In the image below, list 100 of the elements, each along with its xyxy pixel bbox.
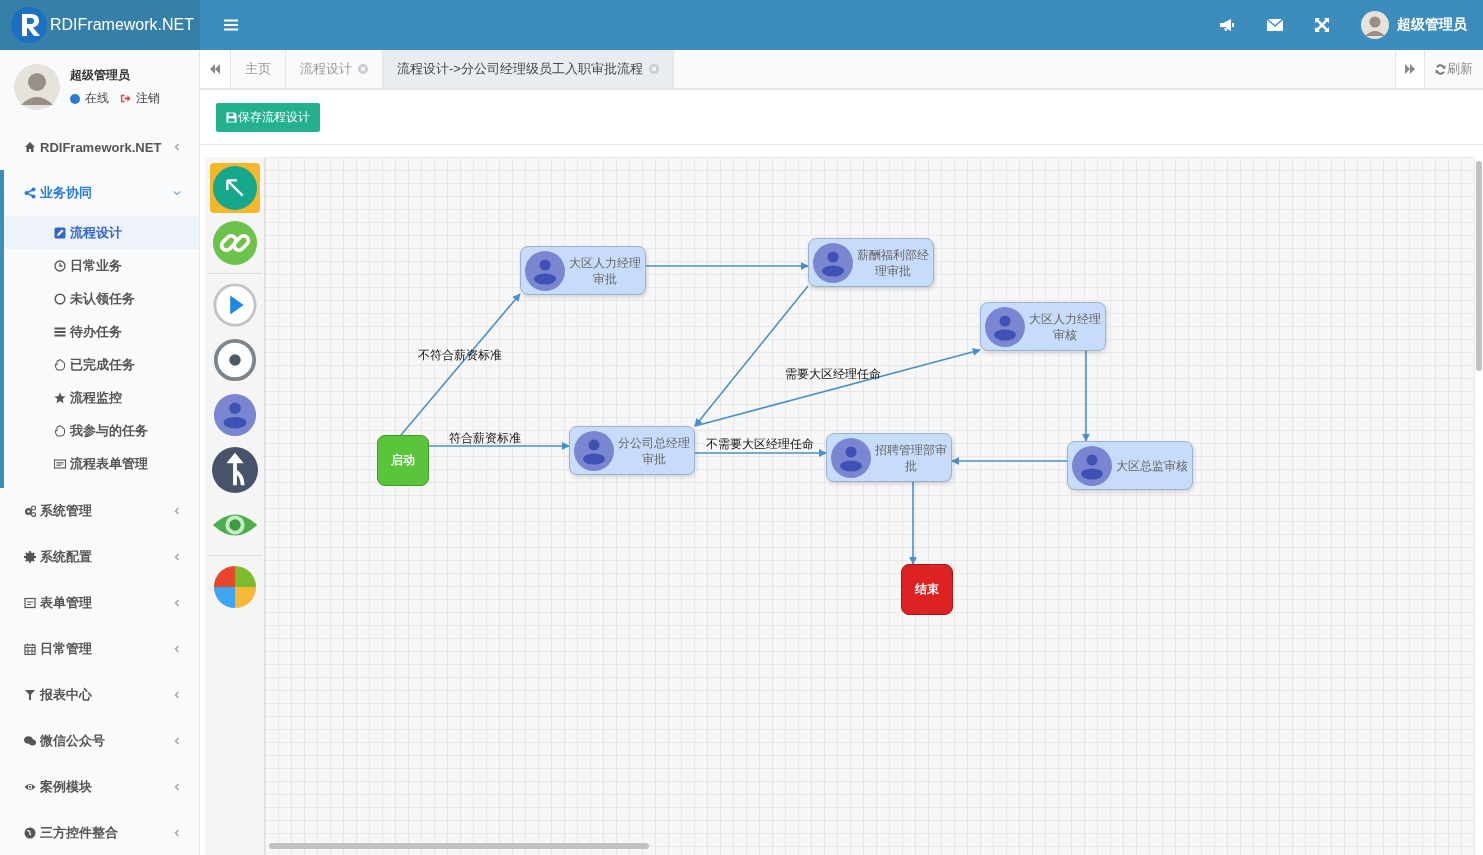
arrow-connector[interactable] [909, 481, 917, 565]
end-tool-icon [211, 337, 258, 383]
home-icon [24, 141, 36, 153]
menu-item[interactable]: 三方控件整合 [0, 810, 199, 855]
user-name[interactable]: 超级管理员 [1397, 16, 1467, 34]
user-icon [1072, 445, 1112, 486]
chevron-left-icon [173, 507, 181, 515]
user-name: 超级管理员 [70, 67, 131, 84]
chevron-down-icon [173, 189, 181, 197]
list-icon [54, 325, 66, 338]
arrow-connector[interactable] [694, 285, 809, 427]
palette-tool[interactable] [209, 445, 260, 495]
avatar-icon [14, 64, 60, 110]
scroll-left-button[interactable] [200, 50, 231, 88]
edit-icon [54, 226, 66, 239]
submenu-item[interactable]: 我参与的任务 [4, 414, 199, 447]
star-icon [54, 391, 66, 404]
filter-icon [24, 689, 36, 701]
circle-icon [54, 292, 66, 305]
mail-icon[interactable] [1267, 19, 1283, 31]
scroll-right-button[interactable] [1395, 50, 1425, 88]
chevron-left-icon [173, 691, 181, 699]
arrow-connector[interactable] [694, 449, 827, 457]
chevron-left-icon [173, 645, 181, 653]
fullscreen-icon[interactable] [1315, 18, 1329, 32]
card-icon [54, 457, 66, 470]
pie-tool-icon [211, 564, 258, 610]
logout-icon[interactable] [120, 93, 131, 104]
scrollbar-thumb[interactable] [269, 843, 649, 849]
menu-item[interactable]: 业务协同 [4, 170, 199, 216]
gears-icon [24, 505, 36, 517]
connector-label: 不需要大区经理任命 [706, 436, 814, 453]
share-icon [24, 187, 36, 199]
submenu-item[interactable]: 流程监控 [4, 381, 199, 414]
menu-item[interactable]: RDIFramework.NET [0, 124, 199, 170]
menu-item[interactable]: 日常管理 [0, 626, 199, 672]
online-status: 在线 [85, 90, 109, 107]
connector-label: 需要大区经理任命 [785, 366, 881, 383]
pointer-tool-icon [211, 165, 258, 211]
save-icon [226, 111, 237, 123]
chevron-left-icon [173, 829, 181, 837]
user-icon [525, 250, 565, 291]
arrow-connector[interactable] [645, 262, 809, 270]
close-icon[interactable] [648, 64, 659, 74]
menu-item[interactable]: 案例模块 [0, 764, 199, 810]
online-status-icon [70, 93, 80, 104]
user-icon [831, 437, 871, 478]
end-node[interactable]: 结束 [901, 564, 953, 615]
logout-link[interactable]: 注销 [136, 90, 160, 107]
submenu-item[interactable]: 已完成任务 [4, 348, 199, 381]
task-node[interactable]: 薪酬福利部经理审批 [808, 238, 934, 287]
user-icon [813, 242, 853, 283]
fork-tool-icon [211, 447, 258, 493]
megaphone-icon[interactable] [1219, 18, 1235, 32]
submenu-item[interactable]: 流程设计 [4, 216, 199, 249]
close-icon[interactable] [358, 64, 368, 74]
chat-icon [24, 735, 36, 747]
chevron-left-icon [173, 599, 181, 607]
connector-label: 不符合薪资标准 [418, 347, 502, 364]
chevron-left-icon [173, 737, 181, 745]
chevron-left-icon [173, 143, 181, 151]
chevron-left-icon [173, 783, 181, 791]
avatar-icon[interactable] [1361, 11, 1389, 39]
task-node[interactable]: 分公司总经理审批 [569, 426, 695, 475]
menu-item[interactable]: 微信公众号 [0, 718, 199, 764]
arrow-connector[interactable] [428, 442, 570, 450]
arrow-connector[interactable] [951, 457, 1068, 465]
submenu-item[interactable]: 未认领任务 [4, 282, 199, 315]
arrow-connector[interactable] [1082, 350, 1090, 442]
chevron-left-icon [173, 553, 181, 561]
menu-item[interactable]: 报表中心 [0, 672, 199, 718]
task-node[interactable]: 大区人力经理审批 [520, 246, 646, 295]
menu-item[interactable]: 表单管理 [0, 580, 199, 626]
clock-icon [54, 259, 66, 272]
arrow-connector[interactable] [694, 348, 981, 427]
menu-item[interactable]: 系统管理 [0, 488, 199, 534]
user-task-tool-icon [211, 392, 258, 438]
eye-icon [24, 781, 36, 793]
task-node[interactable]: 大区总监审核 [1067, 441, 1193, 490]
start-tool-icon [211, 282, 258, 328]
submenu-item[interactable]: 流程表单管理 [4, 447, 199, 480]
brand-name: RDIFramework.NET [50, 16, 194, 34]
double-left-icon [209, 64, 221, 74]
connector-label: 符合薪资标准 [449, 430, 521, 447]
cog-icon [24, 551, 36, 563]
task-node[interactable]: 招聘管理部审批 [826, 433, 952, 482]
user-icon [574, 430, 614, 471]
calendar-icon [24, 643, 36, 655]
menu-item[interactable]: 系统配置 [0, 534, 199, 580]
scrollbar-thumb[interactable] [1476, 161, 1482, 371]
double-right-icon [1404, 64, 1416, 74]
logo-icon [10, 6, 48, 44]
task-node[interactable]: 大区人力经理审核 [980, 302, 1106, 351]
link-tool-icon [211, 220, 258, 266]
refresh-icon [1435, 63, 1446, 75]
submenu-item[interactable]: 待办任务 [4, 315, 199, 348]
submenu-item[interactable]: 日常业务 [4, 249, 199, 282]
page-tab[interactable]: 流程设计->分公司经理级员工入职审批流程 [383, 50, 674, 88]
form-icon [24, 597, 36, 609]
user-icon [985, 306, 1025, 347]
